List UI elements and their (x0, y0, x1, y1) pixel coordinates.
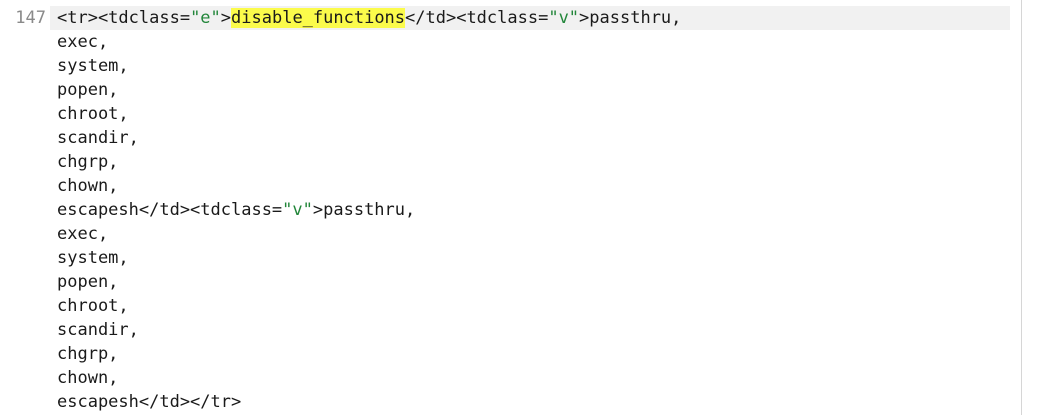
string-token: "v" (282, 200, 313, 220)
code-line-current[interactable]: <tr><tdclass="e">disable_functions</td><… (50, 6, 1010, 30)
code-line[interactable]: chown, (50, 174, 1010, 198)
vertical-scrollbar[interactable] (1022, 0, 1046, 415)
code-area[interactable]: <tr><tdclass="e">disable_functions</td><… (50, 6, 1010, 414)
code-viewer: 147 <tr><tdclass="e">disable_functions</… (0, 0, 1046, 415)
code-line[interactable]: escapesh</td></tr> (50, 390, 1010, 414)
code-line[interactable]: system, (50, 54, 1010, 78)
search-match-highlight: disable_functions (231, 8, 406, 28)
code-line[interactable]: system, (50, 246, 1010, 270)
code-line[interactable]: chown, (50, 366, 1010, 390)
line-number: 147 (15, 8, 46, 28)
code-line[interactable]: exec, (50, 30, 1010, 54)
code-token: <tr><tdclass= (57, 8, 191, 28)
code-token: </td><tdclass= (405, 8, 549, 28)
code-line[interactable]: popen, (50, 78, 1010, 102)
code-line[interactable]: scandir, (50, 126, 1010, 150)
code-token: escapesh</td><tdclass= (57, 200, 283, 220)
code-token: > (220, 8, 232, 28)
code-line[interactable]: escapesh</td><tdclass="v">passthru, (50, 198, 1010, 222)
string-token: "e" (190, 8, 221, 28)
code-line[interactable]: chgrp, (50, 342, 1010, 366)
code-line[interactable]: exec, (50, 222, 1010, 246)
code-line[interactable]: popen, (50, 270, 1010, 294)
code-token: >passthru, (579, 8, 682, 28)
string-token: "v" (548, 8, 580, 28)
line-gutter: 147 (0, 0, 50, 415)
code-line[interactable]: chroot, (50, 102, 1010, 126)
code-line[interactable]: chroot, (50, 294, 1010, 318)
code-token: >passthru, (312, 200, 416, 220)
code-line[interactable]: chgrp, (50, 150, 1010, 174)
code-line[interactable]: scandir, (50, 318, 1010, 342)
